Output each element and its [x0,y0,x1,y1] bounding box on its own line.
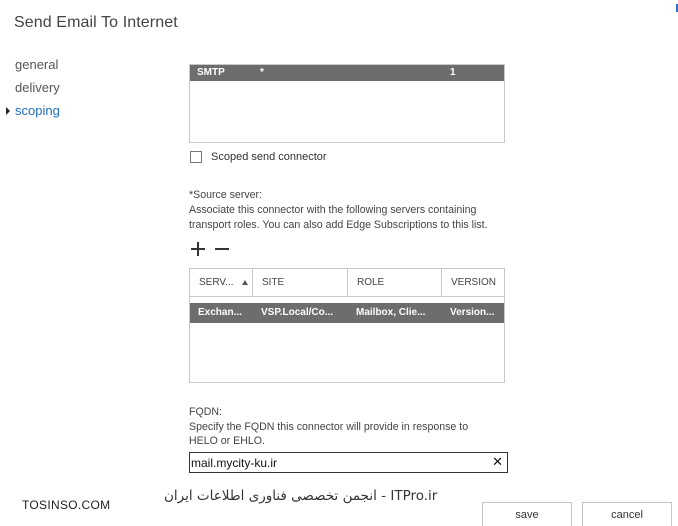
left-navigation: general delivery scoping [0,56,130,125]
page-title: Send Email To Internet [14,14,178,31]
nav-item-general[interactable]: general [0,56,130,79]
address-cost-cell: 1 [450,67,456,78]
address-space-list[interactable]: SMTP * 1 [189,64,505,143]
table-header: SERV... SITE ROLE VERSION [190,269,504,297]
fqdn-description-line2: HELO or EHLO. [189,435,265,447]
add-server-button[interactable] [191,242,205,256]
nav-item-label: scoping [15,103,60,118]
fqdn-description-line1: Specify the FQDN this connector will pro… [189,421,469,433]
site-cell: VSP.Local/Co... [261,307,334,318]
watermark-right: ITPro.ir - انجمن تخصصی فناوری اطلاعات ای… [164,488,438,504]
fqdn-input[interactable]: mail.mycity-ku.ir ✕ [189,452,508,473]
column-header-site[interactable]: SITE [253,269,348,297]
nav-item-label: delivery [15,80,60,95]
scoped-send-connector-label: Scoped send connector [211,151,327,163]
table-row[interactable]: Exchan... VSP.Local/Co... Mailbox, Clie.… [190,303,504,323]
fqdn-label: FQDN: [189,406,222,418]
version-cell: Version... [450,307,495,318]
fqdn-input-value: mail.mycity-ku.ir [191,456,277,470]
address-type-cell: SMTP [197,67,225,78]
watermark-left: TOSINSO.COM [22,498,111,512]
cancel-button[interactable]: cancel [582,502,672,526]
save-button[interactable]: save [482,502,572,526]
column-header-server[interactable]: SERV... [190,269,253,297]
column-header-label: SITE [262,277,285,288]
source-server-label: *Source server: [189,189,263,201]
scoped-send-connector-option[interactable]: Scoped send connector [190,150,327,164]
caret-right-icon [6,107,10,115]
server-cell: Exchan... [198,307,242,318]
column-header-version[interactable]: VERSION [442,269,504,297]
nav-item-scoping[interactable]: scoping [0,102,130,125]
column-header-label: ROLE [357,277,385,288]
column-header-label: VERSION [451,277,497,288]
scoped-send-connector-checkbox[interactable] [190,151,202,163]
column-header-role[interactable]: ROLE [348,269,442,297]
column-header-label: SERV... [199,277,234,288]
address-domain-cell: * [260,67,264,78]
source-server-description-line2: transport roles. You can also add Edge S… [189,219,488,231]
role-cell: Mailbox, Clie... [356,307,426,318]
nav-item-label: general [15,57,59,72]
table-row[interactable]: SMTP * 1 [190,65,504,81]
sort-ascending-icon [242,280,248,285]
source-server-description-line1: Associate this connector with the follow… [189,204,477,216]
remove-server-button[interactable] [215,242,229,256]
clear-icon[interactable]: ✕ [492,454,503,470]
nav-item-delivery[interactable]: delivery [0,79,130,102]
source-server-table[interactable]: SERV... SITE ROLE VERSION Exchan... VSP.… [189,268,505,383]
